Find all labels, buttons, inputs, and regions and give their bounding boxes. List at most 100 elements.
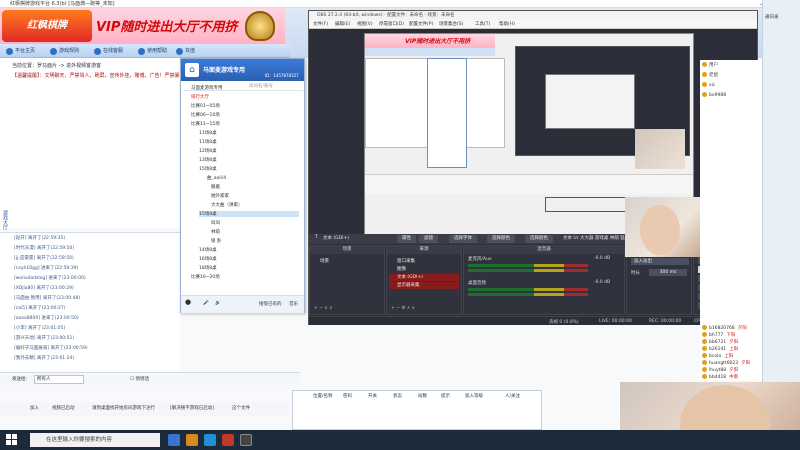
mic-icon[interactable]: 🎤	[203, 301, 209, 306]
user-icon	[702, 325, 707, 330]
user-entry[interactable]: 用户	[702, 62, 718, 68]
obs-window: OBS 27.2.4 (64-bit, windows) - 配置文件：未命名 …	[308, 10, 758, 325]
mixer-dock-title: 混音器	[464, 246, 624, 254]
home-icon[interactable]: ⌂	[185, 63, 199, 77]
menu-docks[interactable]: 停靠窗口(D)	[379, 21, 404, 27]
chat-input-bar: 发送给: 所有人 ☐ 悄悄话	[0, 372, 300, 385]
rec-time: REC: 00:00:00	[649, 319, 682, 324]
tree-item-selected[interactable]: 15场8桌	[199, 211, 299, 217]
obs-titlebar: OBS 27.2.4 (64-bit, windows) - 配置文件：未命名 …	[309, 11, 757, 20]
tree-item[interactable]: 叫叫	[211, 220, 220, 226]
vip-slogan: VIP随时进出大厅不用挤	[96, 20, 238, 35]
properties-button[interactable]: 属性	[397, 235, 416, 243]
browser-icon[interactable]	[204, 434, 216, 446]
select-color-button-2[interactable]: 选择颜色	[525, 235, 553, 243]
nav-recharge[interactable]: 充值	[176, 46, 195, 56]
tree-item[interactable]: 锁 卧	[211, 238, 221, 244]
menu-tools[interactable]: 工具(T)	[475, 21, 490, 27]
contacts-label[interactable]: 通讯录	[765, 14, 779, 20]
send-to-select[interactable]: 所有人	[34, 375, 84, 384]
tree-item[interactable]: 比赛01~05场	[191, 103, 220, 109]
tree-item[interactable]: 比赛06~10场	[191, 112, 220, 118]
user-entry[interactable]: huangtt6023 夕阳	[702, 360, 750, 366]
game-app-icon[interactable]	[222, 434, 234, 446]
windows-start-icon[interactable]	[6, 434, 18, 446]
menu-help[interactable]: 帮助(H)	[499, 21, 515, 27]
tree-item[interactable]: 14场8桌	[199, 247, 217, 253]
source-item[interactable]: 窗口采集	[389, 258, 459, 265]
user-entry[interactable]: lhuyt88 夕阳	[702, 367, 738, 373]
user-entry[interactable]: bh777 下阳	[702, 332, 735, 338]
speaker-icon[interactable]: 🔊	[215, 301, 221, 306]
table-list: 位置/名称 密码 开关 状态 局数 提示 加入等级 人/关注	[292, 390, 542, 430]
table-header: 开关	[368, 394, 377, 399]
tree-item[interactable]: 她外家家	[211, 193, 229, 199]
private-chat-checkbox[interactable]: ☐ 悄悄话	[130, 376, 149, 382]
user-entry[interactable]: xic	[702, 82, 715, 88]
transition-select[interactable]: 淡入淡出	[631, 258, 689, 265]
nav-rules[interactable]: 游戏规则	[50, 46, 79, 56]
tree-item[interactable]: 排行大厅	[191, 94, 209, 100]
tree-item[interactable]: 12场8桌	[199, 148, 217, 154]
explorer-icon[interactable]	[186, 434, 198, 446]
menu-profile[interactable]: 配置文件(P)	[409, 21, 433, 27]
scene-add-icon[interactable]: + − ∧ ∨	[314, 306, 332, 311]
tree-item[interactable]: 比赛11~15场	[191, 121, 220, 127]
tree-item[interactable]: 曲_aoli/4	[207, 175, 226, 181]
taskbar-search-input[interactable]: 在这里输入你要搜索的内容	[30, 433, 160, 447]
filters-button[interactable]: 滤镜	[419, 235, 438, 243]
volume-slider[interactable]	[468, 293, 588, 296]
user-entry[interactable]: 老鼠	[702, 72, 718, 78]
status-item[interactable]: 加入	[30, 405, 39, 411]
volume-slider[interactable]	[468, 269, 588, 272]
tree-item[interactable]: 搬搬	[211, 184, 220, 190]
nav-service[interactable]: 在线客服	[94, 46, 123, 56]
user-name: b26141	[709, 347, 727, 352]
webcam-person	[640, 205, 680, 255]
user-entry[interactable]: b26141 上阳	[702, 346, 738, 352]
menu-scene-collection[interactable]: 场景集合(S)	[439, 21, 463, 27]
tree-item[interactable]: 马面麦游戏专用	[191, 85, 223, 91]
obs-app-icon[interactable]	[240, 434, 252, 446]
user-status: 夕阳	[737, 326, 747, 331]
hall-status-row: 加入 视频已启动 请到桌面找开始房间游戏下注行 [解决搜不游戏已启动] 这个文件	[0, 402, 290, 416]
user-name: 老鼠	[709, 73, 718, 78]
tree-item[interactable]: 11场8桌	[199, 139, 217, 145]
taskbar: 在这里输入你要搜索的内容	[0, 430, 800, 450]
avatar[interactable]: ●	[185, 298, 191, 306]
room-panel: ⌂ 马面麦游戏专用 ID：1457878327 房间名/账号 马面麦游戏专用 排…	[180, 58, 305, 313]
tree-item[interactable]: 16场8桌	[199, 256, 217, 262]
menu-edit[interactable]: 编辑(E)	[335, 21, 350, 27]
mixer-channel-db: -0.0 dB	[594, 280, 611, 285]
source-item-selected[interactable]: 文本 (GDI+)	[389, 274, 459, 281]
tree-item[interactable]: 林荫	[211, 229, 220, 235]
nav-home[interactable]: 平台主页	[6, 46, 35, 56]
tree-item[interactable]: 大大曲（讲家）	[211, 202, 243, 208]
user-entry[interactable]: b16820768 夕阳	[702, 325, 747, 331]
sources-dock: 来源 窗口采集 图像 文本 (GDI+) 显示器采集 + − ⚙ ∧ ∨	[386, 245, 462, 315]
menu-file[interactable]: 文件(F)	[313, 21, 328, 27]
task-view-icon[interactable]	[168, 434, 180, 446]
music-button[interactable]: 音乐	[289, 301, 298, 307]
user-entry[interactable]: bb6721 夕阳	[702, 339, 738, 345]
menu-view[interactable]: 视图(V)	[357, 21, 373, 27]
tree-item[interactable]: 比赛16~20场	[191, 274, 220, 280]
user-entry[interactable]: bb4418 中南	[702, 374, 738, 380]
user-list: 用户 老鼠 xic bo9988 b16820768 夕阳 bh777 下阳 bb6…	[700, 60, 762, 380]
chat-line: [赵开] 离开了(22:59:35)	[14, 236, 66, 241]
source-item[interactable]: 显示器采集	[389, 282, 459, 289]
nav-help[interactable]: 使用帮助	[138, 46, 167, 56]
select-font-button[interactable]: 选择字体	[449, 235, 477, 243]
source-item[interactable]: 图像	[389, 266, 459, 273]
tree-item[interactable]: 18场8桌	[199, 265, 217, 271]
scene-item[interactable]: 场景	[312, 258, 382, 265]
tree-item[interactable]: 11场8桌	[199, 130, 217, 136]
tree-item[interactable]: 15场8桌	[199, 166, 217, 172]
select-color-button[interactable]: 选择颜色	[487, 235, 515, 243]
transition-duration-field[interactable]: 300 ms	[649, 269, 687, 276]
tree-item[interactable]: 13场8桌	[199, 157, 217, 163]
user-entry[interactable]: bo9988	[702, 92, 726, 98]
source-add-icon[interactable]: + − ⚙ ∧ ∨	[391, 306, 415, 311]
preview-banner-text: VIP随时进出大厅不用挤	[405, 38, 471, 45]
user-entry[interactable]: bcola 上阳	[702, 353, 733, 359]
